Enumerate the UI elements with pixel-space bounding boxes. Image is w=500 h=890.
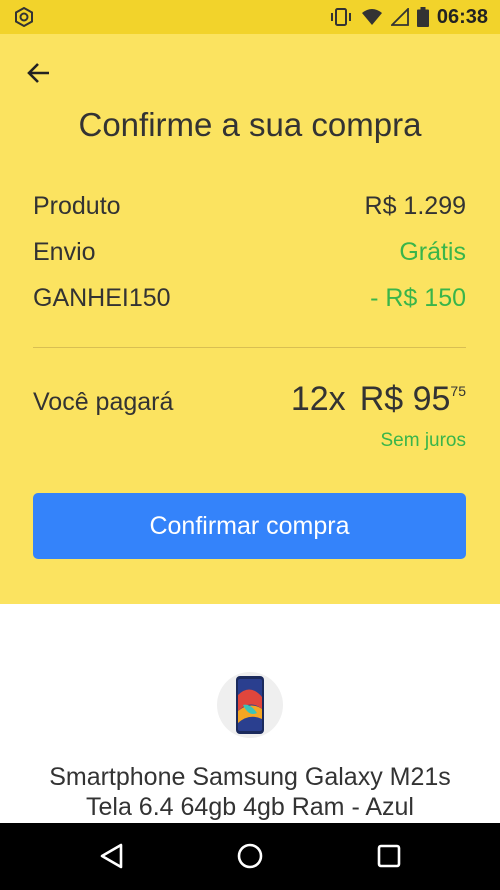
coupon-discount: - R$ 150	[370, 284, 466, 312]
product-name: Smartphone Samsung Galaxy M21s Tela 6.4 …	[0, 762, 500, 822]
shipping-value: Grátis	[399, 238, 466, 266]
installment-amount: R$ 95	[359, 380, 451, 418]
home-circle-icon[interactable]	[235, 841, 265, 871]
divider	[33, 347, 466, 348]
interest-free-note: Sem juros	[380, 430, 466, 451]
wifi-icon	[361, 9, 382, 25]
confirmation-panel: Confirme a sua compra Produto R$ 1.299 E…	[0, 34, 500, 604]
summary-row-shipping: Envio Grátis	[33, 238, 466, 268]
back-triangle-icon[interactable]	[97, 841, 127, 871]
status-icons: 06:38	[329, 0, 488, 34]
installment-cents: 75	[450, 383, 466, 399]
summary-row-coupon: GANHEI150 - R$ 150	[33, 284, 466, 314]
product-name-line1: Smartphone Samsung Galaxy M21s	[49, 763, 451, 791]
signal-icon	[390, 8, 409, 26]
status-time: 06:38	[436, 5, 488, 28]
confirm-purchase-button[interactable]: Confirmar compra	[33, 493, 466, 559]
product-name-line2: Tela 6.4 64gb 4gb Ram - Azul	[86, 793, 414, 821]
payment-label: Você pagará	[33, 388, 174, 416]
status-bar: 06:38	[0, 0, 500, 34]
app-notification-icon	[15, 7, 33, 27]
vibrate-icon	[330, 8, 351, 26]
product-thumbnail	[217, 672, 283, 738]
back-arrow-icon[interactable]	[24, 58, 54, 88]
installments: 12x	[290, 380, 346, 418]
product-label: Produto	[33, 192, 121, 220]
battery-icon	[416, 7, 429, 27]
shipping-label: Envio	[33, 238, 96, 266]
product-price: R$ 1.299	[364, 192, 466, 220]
phone-image-icon	[236, 676, 264, 734]
page-title: Confirme a sua compra	[78, 106, 422, 143]
summary-row-product: Produto R$ 1.299	[33, 192, 466, 222]
navigation-bar	[0, 823, 500, 890]
coupon-code: GANHEI150	[33, 284, 171, 312]
payment-amount: 12x R$ 9575	[291, 380, 466, 419]
recents-square-icon[interactable]	[374, 841, 404, 871]
